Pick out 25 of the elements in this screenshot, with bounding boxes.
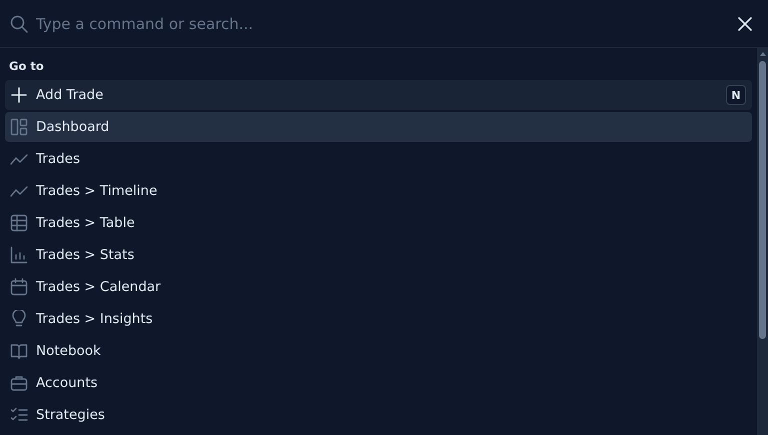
search-icon (10, 14, 28, 32)
group-heading: Go to (8, 58, 45, 75)
command-item[interactable]: Trades (5, 144, 752, 174)
layout-icon (10, 118, 28, 136)
command-item[interactable]: Strategies (5, 400, 752, 430)
command-item[interactable]: Trades > Timeline (5, 176, 752, 206)
command-item[interactable]: Trades > Calendar (5, 272, 752, 302)
command-item[interactable]: Trades > Insights (5, 304, 752, 334)
search-field[interactable]: Type a command or search... (36, 14, 728, 32)
close-button[interactable] (736, 14, 754, 32)
command-item[interactable]: Trades > Stats (5, 240, 752, 270)
shortcut-key: N (726, 85, 746, 105)
book-icon (10, 342, 28, 360)
lightbulb-icon (10, 310, 28, 328)
command-item[interactable]: Trades > Table (5, 208, 752, 238)
command-item[interactable]: Notebook (5, 336, 752, 366)
calendar-icon (10, 278, 28, 296)
briefcase-icon (10, 374, 28, 392)
table-icon (10, 214, 28, 232)
scrollbar[interactable] (757, 48, 768, 435)
command-item[interactable]: Accounts (5, 368, 752, 398)
plus-icon (10, 86, 28, 104)
command-item[interactable]: Add Trade N (5, 80, 752, 110)
command-item[interactable]: Dashboard (5, 112, 752, 142)
bar-chart-icon (10, 246, 28, 264)
